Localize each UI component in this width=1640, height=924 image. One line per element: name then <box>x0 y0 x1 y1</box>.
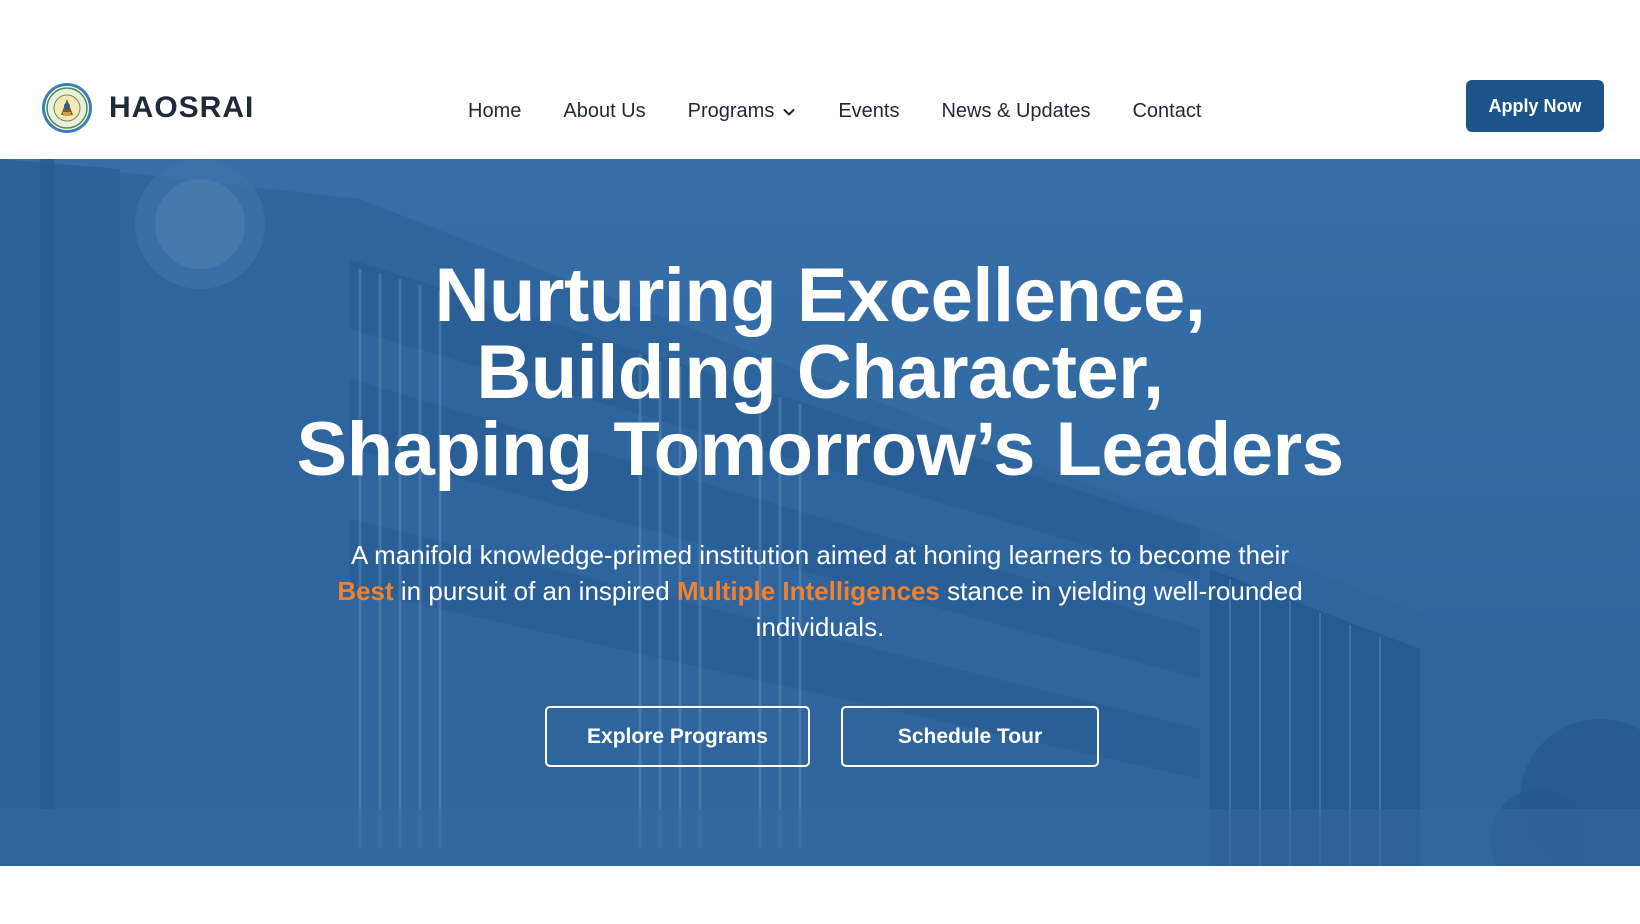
hero-title-line: Building Character, <box>476 330 1164 415</box>
nav-item-news-updates[interactable]: News & Updates <box>941 100 1090 123</box>
nav-item-about-us[interactable]: About Us <box>563 100 645 123</box>
subtitle-text: A manifold knowledge-primed institution … <box>351 540 1289 570</box>
nav-item-label: Events <box>838 100 900 122</box>
landing-page: HAOSRAI Home About Us Programs Events Ne… <box>0 0 1640 924</box>
hero-content: Nurturing Excellence, Building Character… <box>0 159 1640 866</box>
hero-title-line: Shaping Tomorrow’s Leaders <box>296 407 1344 492</box>
hero-section: Nurturing Excellence, Building Character… <box>0 159 1640 866</box>
nav-item-contact[interactable]: Contact <box>1132 100 1201 123</box>
main-nav: Home About Us Programs Events News & Upd… <box>468 64 1201 159</box>
apply-now-button[interactable]: Apply Now <box>1466 80 1604 132</box>
brand-name: HAOSRAI <box>109 91 255 124</box>
highlight-multiple-intelligences: Multiple Intelligences <box>676 576 940 606</box>
hero-actions: Explore Programs Schedule Tour <box>545 706 1099 767</box>
site-header: HAOSRAI Home About Us Programs Events Ne… <box>0 64 1640 159</box>
nav-item-label: Contact <box>1132 100 1202 122</box>
school-seal-logo-icon <box>42 83 92 133</box>
explore-programs-button[interactable]: Explore Programs <box>545 706 810 767</box>
highlight-best: Best <box>337 576 394 606</box>
nav-item-label: Home <box>468 100 522 122</box>
nav-item-label: About Us <box>563 100 646 122</box>
nav-item-home[interactable]: Home <box>468 100 521 123</box>
nav-item-programs[interactable]: Programs <box>688 100 797 123</box>
hero-title-line: Nurturing Excellence, <box>434 253 1206 338</box>
hero-subtitle: A manifold knowledge-primed institution … <box>320 537 1320 645</box>
brand[interactable]: HAOSRAI <box>41 82 254 134</box>
nav-item-events[interactable]: Events <box>838 100 899 123</box>
schedule-tour-button[interactable]: Schedule Tour <box>841 706 1099 767</box>
subtitle-text: in pursuit of an inspired <box>393 576 677 606</box>
chevron-down-icon <box>783 108 795 115</box>
hero-title: Nurturing Excellence, Building Character… <box>120 257 1520 488</box>
nav-item-label: News & Updates <box>941 100 1091 122</box>
nav-item-label: Programs <box>687 100 775 122</box>
